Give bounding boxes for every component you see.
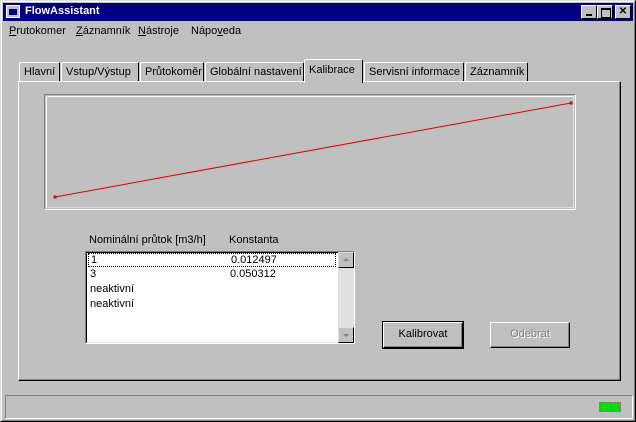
- list-item-flow: 1: [91, 254, 98, 266]
- scroll-up-button[interactable]: [338, 252, 354, 268]
- remove-button[interactable]: Odebrat: [490, 322, 570, 348]
- calibration-point: [569, 101, 573, 105]
- list-item-flow: 3: [90, 268, 97, 280]
- tab-zaznamnik[interactable]: Záznamník: [465, 62, 528, 82]
- menu-zaznamnik[interactable]: Záznamník: [76, 25, 130, 37]
- list-item-constant: 0.050312: [230, 268, 276, 280]
- tab-kalibrace[interactable]: Kalibrace: [304, 59, 363, 83]
- status-indicator-led: [599, 402, 621, 412]
- status-bar: [5, 395, 633, 419]
- menu-bar: Prutokomer Záznamník Nástroje Nápoveda: [3, 22, 633, 41]
- column-header-constant: Konstanta: [229, 234, 279, 246]
- list-item[interactable]: neaktivní: [88, 298, 336, 312]
- window-title: FlowAssistant: [25, 5, 100, 17]
- calibration-point: [53, 195, 57, 199]
- menu-prutokomer[interactable]: Prutokomer: [9, 25, 66, 37]
- maximize-button[interactable]: [597, 5, 613, 19]
- minimize-button[interactable]: [581, 5, 597, 19]
- arrow-up-icon: [343, 258, 349, 261]
- menu-napoveda[interactable]: Nápoveda: [191, 25, 241, 37]
- tab-servisni-informace[interactable]: Servisní informace: [364, 62, 464, 82]
- calibration-chart: [44, 94, 576, 210]
- list-item[interactable]: 3 0.050312: [88, 268, 336, 282]
- list-item[interactable]: 1 0.012497: [88, 253, 336, 267]
- list-item-constant: 0.012497: [231, 254, 277, 266]
- arrow-down-icon: [343, 334, 349, 337]
- calibration-points-list[interactable]: 1 0.012497 3 0.050312 neaktivní neaktivn…: [85, 251, 355, 344]
- app-icon[interactable]: [6, 5, 20, 18]
- scroll-down-button[interactable]: [338, 327, 354, 343]
- column-header-nominal-flow: Nominální průtok [m3/h]: [89, 234, 206, 246]
- list-item[interactable]: neaktivní: [88, 283, 336, 297]
- list-item-flow: neaktivní: [90, 283, 135, 295]
- menu-nastroje[interactable]: Nástroje: [138, 25, 179, 37]
- calibration-chart-svg: [53, 101, 573, 199]
- tab-vstup-vystup[interactable]: Vstup/Výstup: [61, 62, 139, 82]
- calibration-line: [54, 102, 572, 198]
- title-bar[interactable]: FlowAssistant ✕: [3, 3, 633, 21]
- close-button[interactable]: ✕: [615, 5, 631, 19]
- list-item-flow: neaktivní: [90, 298, 135, 310]
- tab-hlavni[interactable]: Hlavní: [19, 62, 60, 82]
- calibrate-button[interactable]: Kalibrovat: [382, 321, 464, 349]
- list-scrollbar[interactable]: [338, 252, 354, 343]
- app-window: FlowAssistant ✕ Prutokomer Záznamník Nás…: [0, 0, 636, 422]
- tab-prutokomer[interactable]: Průtokoměr: [140, 62, 204, 82]
- tab-globalni-nastaveni[interactable]: Globální nastavení: [205, 62, 304, 82]
